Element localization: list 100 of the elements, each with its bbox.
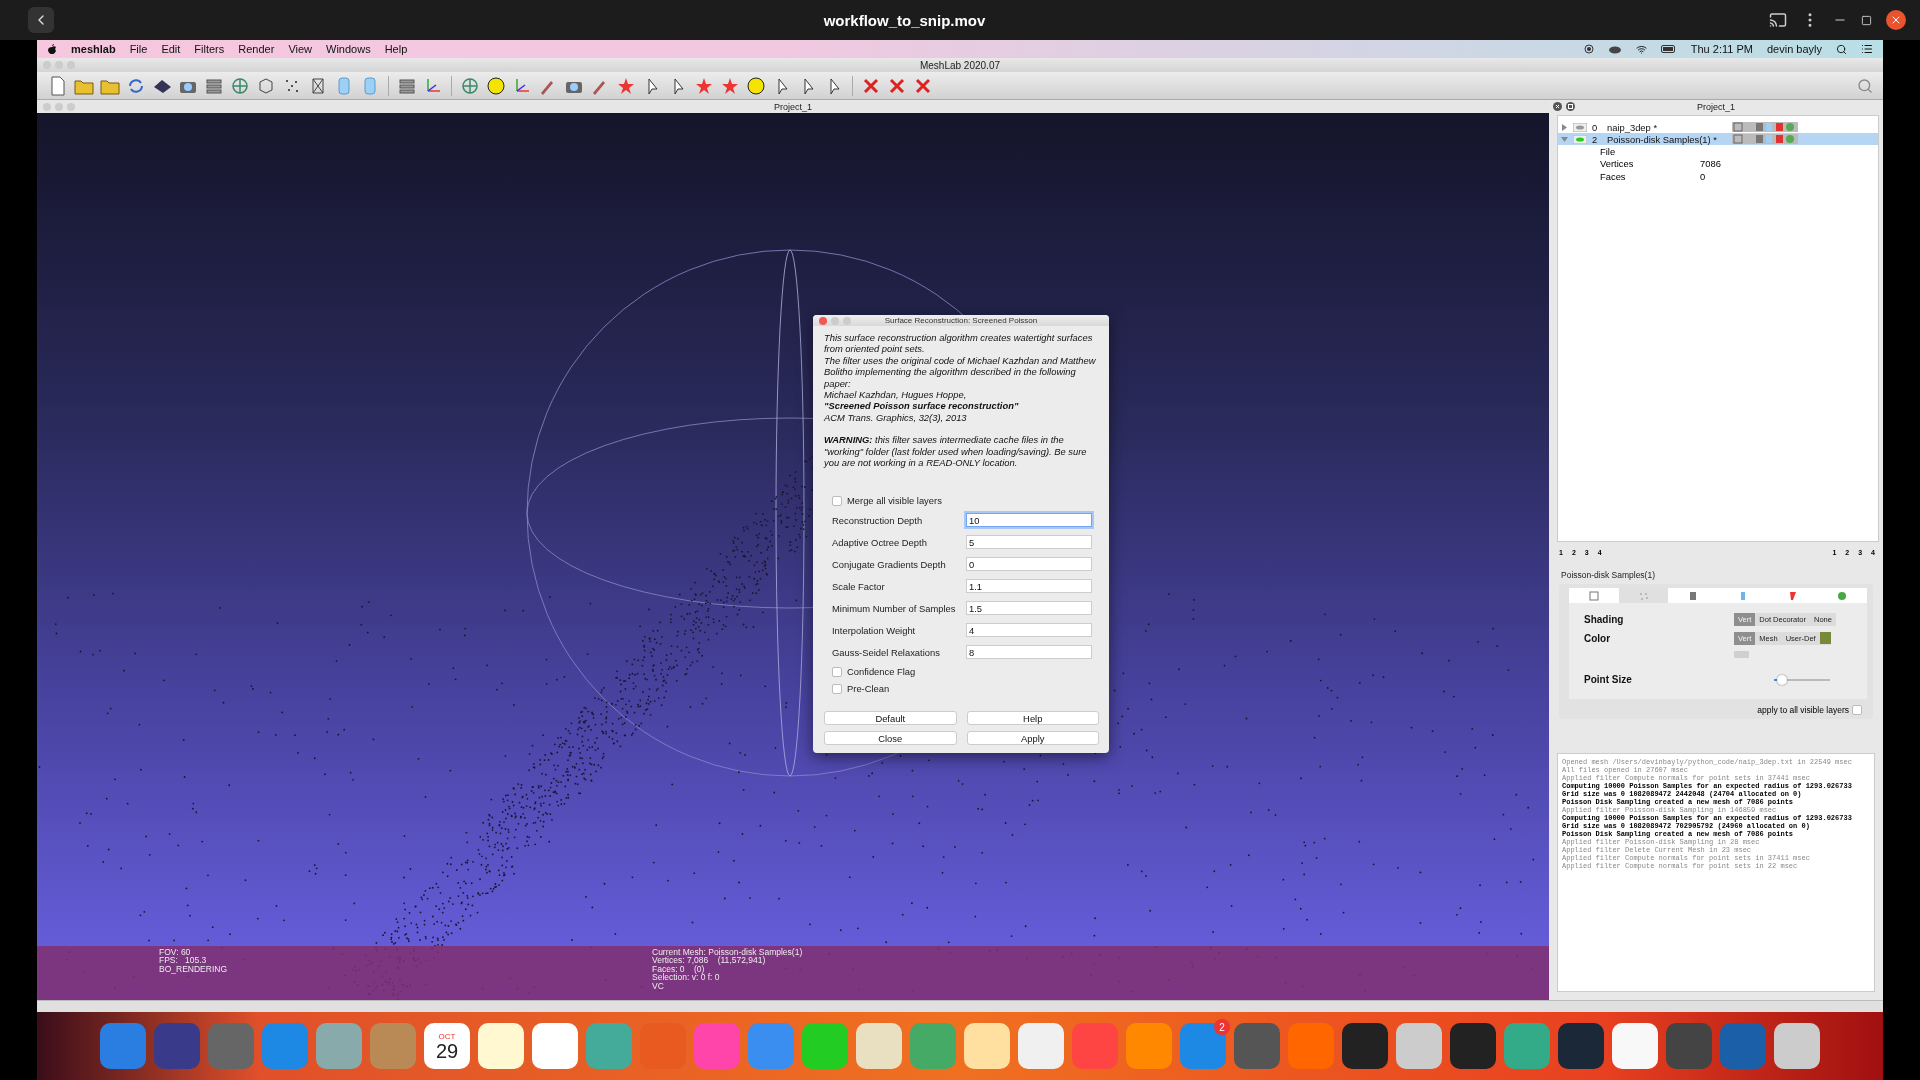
dialog-button[interactable]: Close	[824, 731, 957, 746]
parameter-field[interactable]: 5	[966, 535, 1092, 550]
menu-item[interactable]: Render	[238, 43, 275, 55]
app-icon[interactable]	[1666, 1023, 1712, 1069]
panel-title: Project_1	[1697, 101, 1735, 112]
cloud-icon[interactable]	[1607, 44, 1622, 54]
layer-name: naip_3dep *	[1607, 121, 1659, 133]
record-icon[interactable]	[1583, 44, 1594, 54]
menu-item[interactable]: Edit	[161, 43, 181, 55]
layer-index: 0	[1592, 121, 1599, 133]
checkbox[interactable]	[832, 666, 842, 677]
parameter-label: Reconstruction Depth	[832, 514, 924, 526]
render-mode-icons[interactable]	[1732, 134, 1798, 144]
warning-text: WARNING: this filter saves intermediate cache files in the "working" folder (last folder used when loading/saving). Be sure you are not working in a READ-ONLY location.	[824, 434, 1088, 469]
detail-value: 7086	[1700, 158, 1721, 170]
app-icon[interactable]	[1018, 1023, 1064, 1069]
expand-icon[interactable]	[1561, 135, 1568, 143]
app-icon[interactable]	[1774, 1023, 1820, 1069]
parameter-label: Scale Factor	[832, 580, 886, 592]
maximize-icon[interactable]	[1861, 14, 1872, 26]
detail-label: File	[1600, 145, 1617, 157]
calendar-icon[interactable]: OCT 29	[424, 1023, 470, 1069]
render-panel-title: Poisson-disk Samples(1)	[1561, 570, 1656, 580]
layer-row[interactable]: 0 naip_3dep *	[1558, 121, 1878, 133]
parameter-label: Minimum Number of Samples	[832, 602, 957, 614]
eye-icon[interactable]	[1573, 134, 1587, 144]
option-label: Shading	[1584, 614, 1625, 625]
circle-icon[interactable]	[485, 74, 507, 97]
app-icon[interactable]	[1234, 1023, 1280, 1069]
checkbox[interactable]	[1852, 705, 1862, 715]
eye-icon[interactable]	[1573, 122, 1587, 132]
calendar-month: OCT	[438, 1031, 456, 1041]
info-text: Vertices: 7,086 (11,572,941)	[652, 956, 766, 965]
parameter-field[interactable]: 0	[966, 557, 1092, 572]
close-button[interactable]	[1886, 10, 1906, 30]
calendar-day: 29	[435, 1040, 459, 1061]
app-icon[interactable]	[1450, 1023, 1496, 1069]
info-text: Current Mesh: Poisson-disk Samples(1)	[652, 948, 804, 957]
render-mode-icons[interactable]	[1732, 122, 1798, 132]
dialog-button[interactable]: Default	[824, 711, 957, 726]
expand-icon[interactable]	[1561, 123, 1568, 131]
color-swatch[interactable]	[1819, 632, 1831, 644]
slider-thumb[interactable]	[1777, 674, 1788, 685]
detail-value: 0	[1700, 170, 1706, 182]
app-icon[interactable]	[532, 1023, 578, 1069]
video-title: workflow_to_snip.mov	[822, 11, 987, 29]
dialog-button[interactable]: Help	[966, 711, 1099, 726]
battery-icon[interactable]	[1660, 45, 1677, 53]
app-icon[interactable]	[478, 1023, 524, 1069]
search-icon[interactable]	[1836, 43, 1847, 55]
app-icon[interactable]	[1396, 1023, 1442, 1069]
cast-icon[interactable]	[1769, 11, 1787, 29]
close-icon	[1890, 14, 1902, 26]
layer-row[interactable]: 2 Poisson-disk Samples(1) *	[1558, 133, 1878, 145]
wifi-icon[interactable]	[1635, 43, 1647, 55]
menu-item[interactable]: File	[129, 43, 148, 55]
option-label: Color	[1584, 633, 1612, 644]
checkbox-label: Confidence Flag	[847, 666, 916, 678]
description-text: The filter uses the original code of Michael Kazhdan and Matthew Bolitho implementing the algorithm described in the following paper:	[824, 354, 1097, 390]
circle-icon	[1837, 590, 1848, 601]
app-icon[interactable]	[1558, 1023, 1604, 1069]
checkbox[interactable]	[832, 495, 842, 506]
clock[interactable]: Thu 2:11 PM	[1690, 43, 1753, 55]
checkbox[interactable]	[832, 683, 842, 694]
info-text: FOV: 60	[159, 948, 192, 957]
float-icon[interactable]	[1566, 102, 1575, 111]
app-icon[interactable]	[964, 1023, 1010, 1069]
layer-index: 2	[1592, 133, 1599, 145]
menu-item[interactable]: Help	[384, 43, 408, 55]
app-icon[interactable]	[856, 1023, 902, 1069]
parameter-label: Gauss-Seidel Relaxations	[832, 646, 941, 658]
app-icon[interactable]	[100, 1023, 146, 1069]
list-icon[interactable]	[1861, 43, 1873, 55]
dialog-button[interactable]: Apply	[966, 731, 1099, 746]
checkbox-label: Pre-Clean	[847, 683, 890, 695]
menu-item[interactable]: View	[288, 43, 313, 55]
info-text: Selection: v: 0 f: 0	[652, 973, 721, 982]
parameter-label: Adaptive Octree Depth	[832, 536, 928, 548]
app-icon[interactable]	[1342, 1023, 1388, 1069]
menu-item[interactable]: Filters	[194, 43, 225, 55]
close-icon[interactable]	[1553, 102, 1562, 111]
app-menu[interactable]: meshlab	[71, 43, 116, 55]
back-button[interactable]	[28, 7, 54, 33]
parameter-field[interactable]: 4	[966, 623, 1092, 638]
app-icon[interactable]	[1612, 1023, 1658, 1069]
menu-item[interactable]: Windows	[326, 43, 371, 55]
circle-icon[interactable]	[745, 74, 767, 97]
description-text: "Screened Poisson surface reconstruction"	[824, 400, 1020, 412]
parameter-field[interactable]: 1.5	[966, 601, 1092, 616]
window-title: MeshLab 2020.07	[919, 59, 1001, 71]
detail-label: Vertices	[1600, 158, 1635, 170]
parameter-field[interactable]: 1.1	[966, 579, 1092, 594]
parameter-field[interactable]: 8	[966, 645, 1092, 660]
description-text: Michael Kazhdan, Hugues Hoppe,	[824, 389, 968, 401]
dialog-title: Surface Reconstruction: Screened Poisson	[884, 316, 1038, 325]
user-name[interactable]: devin bayly	[1766, 43, 1822, 55]
description-text: This surface reconstruction algorithm creates watertight surfaces from oriented point sets.	[824, 332, 1094, 355]
apple-icon[interactable]	[47, 43, 57, 55]
cube-icon	[1588, 590, 1599, 601]
parameter-field[interactable]: 10	[966, 513, 1092, 528]
